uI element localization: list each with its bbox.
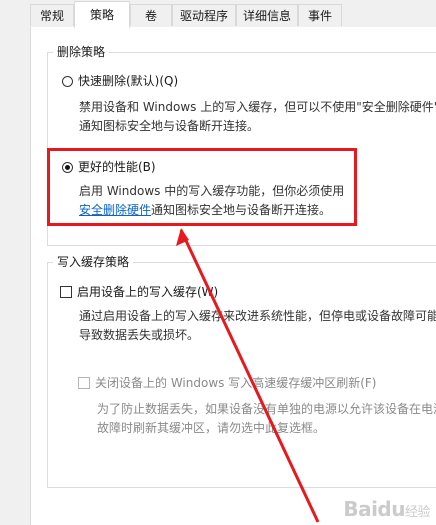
better-performance-desc-line2-rest: 通知图标安全地与设备断开连接。 (151, 203, 332, 217)
quick-removal-desc-line2: 通知图标安全地与设备断开连接。 (79, 119, 260, 133)
better-performance-description: 启用 Windows 中的写入缓存功能，但你必须使用 安全删除硬件通知图标安全地… (79, 182, 344, 220)
enable-write-cache-desc-line1: 通过启用设备上的写入缓存来改进系统性能，但停电或设备故障可能 (79, 309, 436, 323)
tab-events[interactable]: 事件 (298, 4, 342, 26)
better-performance-option[interactable]: 更好的性能(B) (62, 159, 156, 175)
better-performance-radio[interactable] (62, 161, 73, 173)
disable-buffer-flush-label: 关闭设备上的 Windows 写入高速缓存缓冲区刷新(F) (95, 376, 377, 390)
removal-policy-legend: 删除策略 (53, 45, 110, 59)
tab-driver[interactable]: 驱动程序 (172, 4, 236, 26)
disable-buffer-flush-desc-line2: 故障时刷新其缓冲区，请勿选中此复选框。 (97, 421, 326, 435)
disable-buffer-flush-desc-line1: 为了防止数据丢失，如果设备没有单独的电源以允许该设备在电源 (97, 402, 436, 416)
quick-removal-radio[interactable] (62, 75, 73, 87)
enable-write-cache-description: 通过启用设备上的写入缓存来改进系统性能，但停电或设备故障可能 导致数据丢失或损坏… (79, 307, 436, 345)
write-cache-policy-legend: 写入缓存策略 (53, 255, 134, 269)
safely-remove-hardware-link[interactable]: 安全删除硬件 (79, 203, 151, 217)
watermark-sub: 经验 (404, 505, 431, 520)
enable-write-cache-desc-line2: 导致数据丢失或损坏。 (79, 328, 200, 342)
better-performance-desc-line2: 安全删除硬件通知图标安全地与设备断开连接。 (79, 201, 344, 220)
better-performance-label: 更好的性能(B) (78, 160, 156, 174)
quick-removal-label: 快速删除(默认)(Q) (78, 74, 179, 88)
quick-removal-description: 禁用设备和 Windows 上的写入缓存，但可以不使用"安全删除硬件" 通知图标… (79, 98, 436, 136)
disable-buffer-flush-option: 关闭设备上的 Windows 写入高速缓存缓冲区刷新(F) (78, 375, 376, 391)
tab-general[interactable]: 常规 (30, 4, 74, 26)
disable-buffer-flush-description: 为了防止数据丢失，如果设备没有单独的电源以允许该设备在电源 故障时刷新其缓冲区，… (97, 400, 436, 438)
enable-write-cache-option[interactable]: 启用设备上的写入缓存(W) (60, 284, 218, 300)
baidu-watermark: Baidu经验 (343, 497, 430, 521)
enable-write-cache-label: 启用设备上的写入缓存(W) (77, 285, 219, 299)
quick-removal-option[interactable]: 快速删除(默认)(Q) (62, 73, 178, 89)
better-performance-desc-line1: 启用 Windows 中的写入缓存功能，但你必须使用 (79, 184, 345, 198)
tab-policies[interactable]: 策略 (74, 1, 130, 28)
disable-buffer-flush-checkbox (78, 377, 90, 389)
watermark-brand: Baidu (343, 497, 405, 521)
tab-bar: 常规 策略 卷 驱动程序 详细信息 事件 (0, 0, 436, 28)
tab-details[interactable]: 详细信息 (236, 4, 298, 26)
tab-volumes[interactable]: 卷 (130, 4, 172, 26)
enable-write-cache-checkbox[interactable] (60, 286, 72, 298)
quick-removal-desc-line1: 禁用设备和 Windows 上的写入缓存，但可以不使用"安全删除硬件" (79, 100, 436, 114)
